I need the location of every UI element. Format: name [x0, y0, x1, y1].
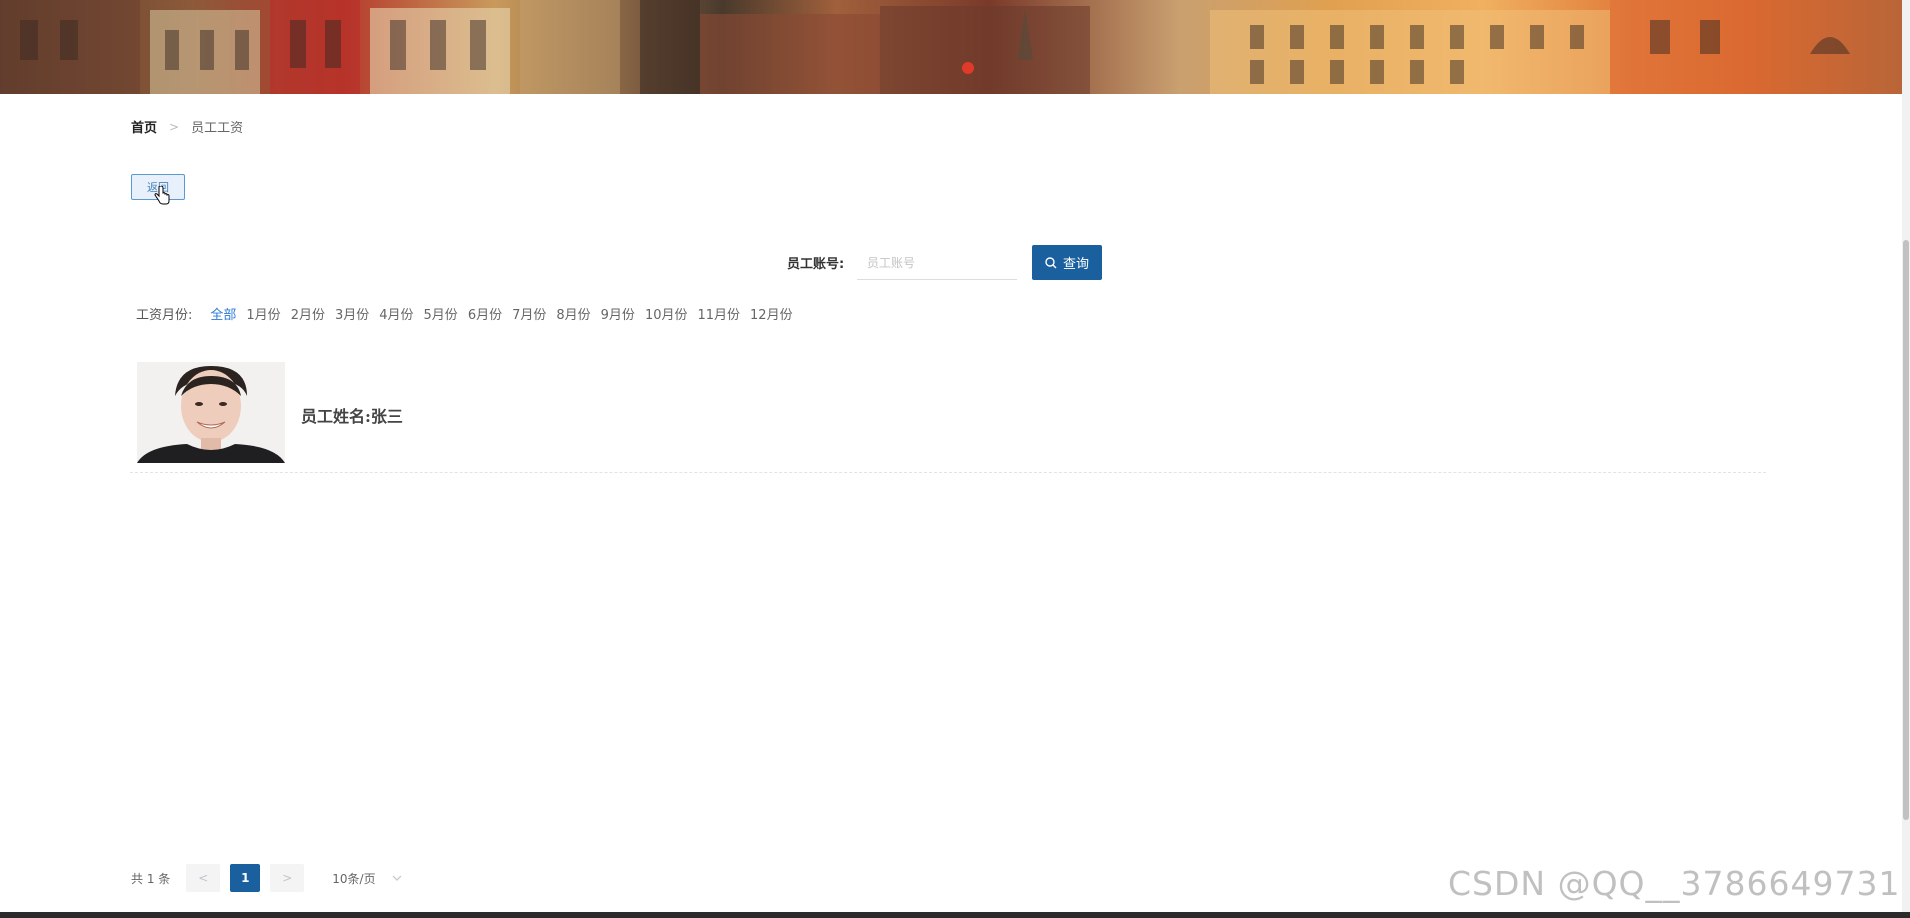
prev-page-button[interactable]: < — [186, 864, 221, 892]
scrollbar-thumb[interactable] — [1903, 240, 1909, 820]
month-option-2[interactable]: 2月份 — [291, 304, 325, 323]
month-option-12[interactable]: 12月份 — [750, 304, 793, 323]
month-option-4[interactable]: 4月份 — [379, 304, 413, 323]
month-filter: 工资月份: 全部 1月份 2月份 3月份 4月份 5月份 6月份 7月份 8月份… — [136, 304, 803, 323]
employee-photo[interactable] — [137, 362, 285, 463]
pagination: 共 1 条 < 1 > 10条/页 — [131, 864, 402, 892]
hand-pointer-cursor-icon — [154, 185, 170, 210]
search-button[interactable]: 查询 — [1032, 245, 1102, 280]
month-filter-label: 工资月份: — [136, 308, 193, 323]
month-option-10[interactable]: 10月份 — [645, 304, 688, 323]
page-size-value: 10条/页 — [332, 871, 376, 886]
page: 首页 > 员工工资 返回 员工账号: 查询 工资月份: 全部 1月份 2月份 3… — [0, 0, 1910, 918]
month-option-7[interactable]: 7月份 — [512, 304, 546, 323]
month-option-all[interactable]: 全部 — [210, 304, 236, 323]
month-option-3[interactable]: 3月份 — [335, 304, 369, 323]
employee-account-label: 员工账号: — [787, 257, 845, 272]
page-number-button[interactable]: 1 — [230, 864, 261, 892]
employee-account-input[interactable] — [857, 246, 1017, 280]
month-option-11[interactable]: 11月份 — [697, 304, 740, 323]
pagination-total: 共 1 条 — [131, 871, 171, 886]
search-icon — [1045, 256, 1057, 269]
breadcrumb-current: 员工工资 — [191, 121, 244, 136]
search-button-label: 查询 — [1062, 257, 1089, 272]
month-option-6[interactable]: 6月份 — [468, 304, 502, 323]
csdn-watermark: CSDN @QQ__3786649731 — [1448, 864, 1901, 903]
next-page-button[interactable]: > — [270, 864, 305, 892]
chevron-down-icon — [392, 875, 402, 881]
header-banner-image — [0, 0, 1902, 94]
month-option-8[interactable]: 8月份 — [556, 304, 590, 323]
page-size-select[interactable]: 10条/页 — [332, 870, 402, 887]
employee-name: 员工姓名:张三 — [301, 407, 403, 426]
breadcrumb: 首页 > 员工工资 — [131, 117, 244, 137]
employee-salary-card[interactable]: 员工姓名:张三 — [130, 362, 1766, 473]
month-option-5[interactable]: 5月份 — [424, 304, 458, 323]
breadcrumb-home-link[interactable]: 首页 — [131, 117, 157, 136]
page-scrollbar[interactable] — [1902, 0, 1910, 918]
month-option-1[interactable]: 1月份 — [246, 304, 280, 323]
month-option-9[interactable]: 9月份 — [601, 304, 635, 323]
bottom-bar — [0, 912, 1910, 918]
breadcrumb-separator: > — [169, 119, 180, 134]
